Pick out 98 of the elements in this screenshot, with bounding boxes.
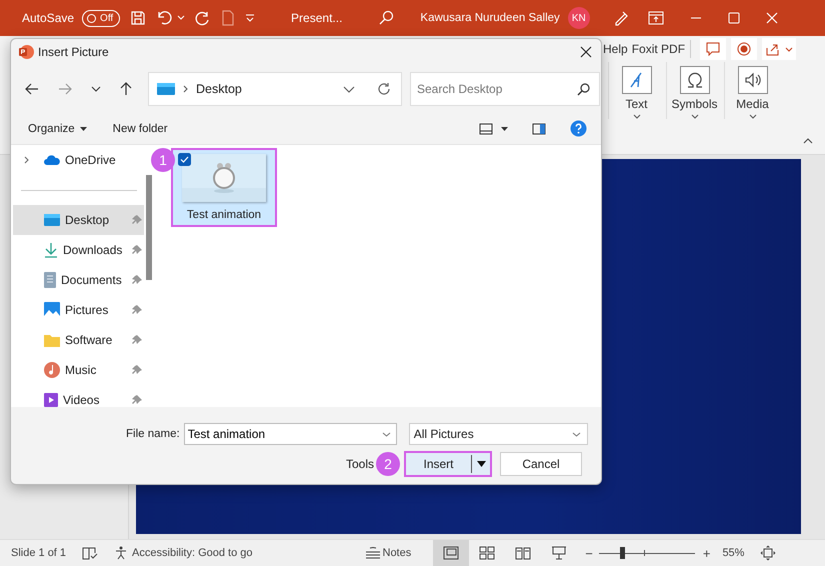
step-badge: 2	[376, 452, 400, 476]
maximize-icon[interactable]	[728, 12, 740, 24]
sidebar-item[interactable]: Videos	[13, 385, 144, 407]
autosave-label: AutoSave	[22, 11, 74, 25]
record-icon	[737, 42, 752, 56]
ribbon-tab[interactable]: Foxit PDF	[630, 40, 688, 58]
preview-pane-icon[interactable]	[532, 122, 546, 134]
new-folder-button[interactable]: New folder	[112, 122, 168, 134]
caret-icon	[476, 461, 486, 467]
sidebar-item[interactable]: Software	[13, 325, 144, 355]
user-avatar[interactable]: KN	[568, 7, 590, 29]
sidebar-item[interactable]: Downloads	[13, 235, 144, 265]
picture-icon	[44, 302, 60, 318]
search-field[interactable]: Search Desktop	[410, 72, 600, 106]
powerpoint-icon	[18, 44, 34, 60]
slide-counter: Slide 1 of 1	[11, 547, 66, 559]
checkbox[interactable]	[178, 153, 191, 166]
zoom-level[interactable]: 55%	[722, 547, 744, 559]
comment-icon	[706, 42, 720, 56]
notes-icon	[364, 547, 380, 559]
accessibility-icon[interactable]	[114, 546, 128, 560]
sidebar-item[interactable]: Documents	[13, 265, 144, 295]
tools-menu[interactable]: Tools	[346, 457, 374, 471]
desktop-icon	[44, 214, 60, 226]
up-arrow-icon[interactable]	[120, 82, 132, 96]
forward-arrow-icon[interactable]	[58, 83, 72, 95]
file-type-dropdown[interactable]: All Pictures	[408, 423, 588, 445]
cancel-button[interactable]: Cancel	[500, 452, 582, 476]
expand-chevron-icon[interactable]	[23, 156, 31, 164]
step-badge: 1	[151, 148, 175, 172]
pin-icon[interactable]	[132, 245, 142, 255]
autosave-toggle[interactable]: Off	[82, 10, 120, 26]
collapse-ribbon-icon[interactable]	[803, 138, 813, 144]
sidebar-item[interactable]: Music	[13, 355, 144, 385]
ribbon-group-button[interactable]: Text	[608, 62, 664, 119]
user-name: Kawusara Nurudeen Salley	[420, 12, 560, 24]
document-title: Present...	[291, 11, 342, 25]
save-icon[interactable]	[130, 10, 146, 26]
notes-button[interactable]: Notes	[364, 547, 412, 559]
redo-icon[interactable]	[195, 10, 212, 26]
grid-icon	[479, 546, 496, 560]
close-icon[interactable]	[580, 46, 592, 58]
download-icon	[44, 242, 58, 258]
zoom-out-button[interactable]: −	[585, 546, 593, 560]
pin-icon[interactable]	[132, 365, 142, 375]
zoom-in-button[interactable]: +	[702, 546, 710, 560]
file-name-label: File name:	[126, 428, 180, 440]
folder-icon	[44, 334, 60, 346]
file-name: Test animation	[186, 209, 262, 221]
accessibility-status[interactable]: Accessibility: Good to go	[132, 547, 252, 559]
undo-icon[interactable]	[156, 10, 174, 26]
share-button[interactable]	[762, 38, 796, 60]
file-tile[interactable]: Test animation	[171, 148, 277, 227]
desktop-icon	[157, 83, 175, 95]
ribbon-display-icon[interactable]	[648, 11, 664, 25]
speaker-icon	[742, 70, 762, 90]
pin-icon[interactable]	[132, 395, 142, 405]
share-icon	[765, 42, 794, 56]
caret-icon[interactable]	[91, 86, 101, 92]
file-name-field[interactable]: Test animation	[184, 423, 397, 445]
document-icon	[44, 272, 56, 288]
refresh-icon[interactable]	[377, 82, 391, 96]
book-check-icon[interactable]	[82, 546, 98, 560]
caret-icon	[80, 126, 87, 130]
book-icon	[515, 546, 532, 560]
organize-menu[interactable]: Organize	[28, 122, 87, 134]
chevron-right-icon	[183, 85, 188, 93]
caret-icon	[632, 114, 640, 119]
normal-view-icon	[443, 546, 460, 560]
caret-icon	[572, 432, 581, 436]
ribbon-tab[interactable]: Help	[601, 40, 630, 58]
dialog-title: Insert Picture	[38, 45, 109, 59]
insert-button[interactable]: Insert	[404, 451, 492, 477]
sidebar-item[interactable]: OneDrive	[13, 145, 144, 175]
view-button[interactable]	[433, 540, 470, 566]
pin-icon[interactable]	[132, 305, 142, 315]
ribbon-group-button[interactable]: Symbols	[666, 62, 722, 119]
caret-icon	[690, 114, 698, 119]
address-bar[interactable]: Desktop	[148, 72, 402, 106]
search-icon	[577, 83, 590, 96]
cloud-icon	[44, 154, 60, 166]
music-icon	[44, 362, 60, 378]
fit-to-window-icon[interactable]	[760, 545, 776, 561]
caret-icon[interactable]	[501, 126, 508, 130]
sidebar-item[interactable]: Desktop	[13, 205, 144, 235]
record-button[interactable]	[731, 38, 758, 60]
sidebar-item[interactable]: Pictures	[13, 295, 144, 325]
caret-icon	[343, 86, 355, 92]
help-icon[interactable]	[570, 120, 587, 137]
search-icon[interactable]	[378, 10, 394, 26]
back-arrow-icon[interactable]	[25, 83, 39, 95]
caret-icon	[748, 114, 756, 119]
ribbon-group-button[interactable]: Media	[724, 62, 780, 119]
projector-icon	[551, 546, 568, 560]
pin-icon[interactable]	[132, 335, 142, 345]
comments-button[interactable]	[700, 38, 726, 60]
view-options-icon[interactable]	[479, 122, 493, 134]
pin-icon[interactable]	[132, 275, 142, 285]
